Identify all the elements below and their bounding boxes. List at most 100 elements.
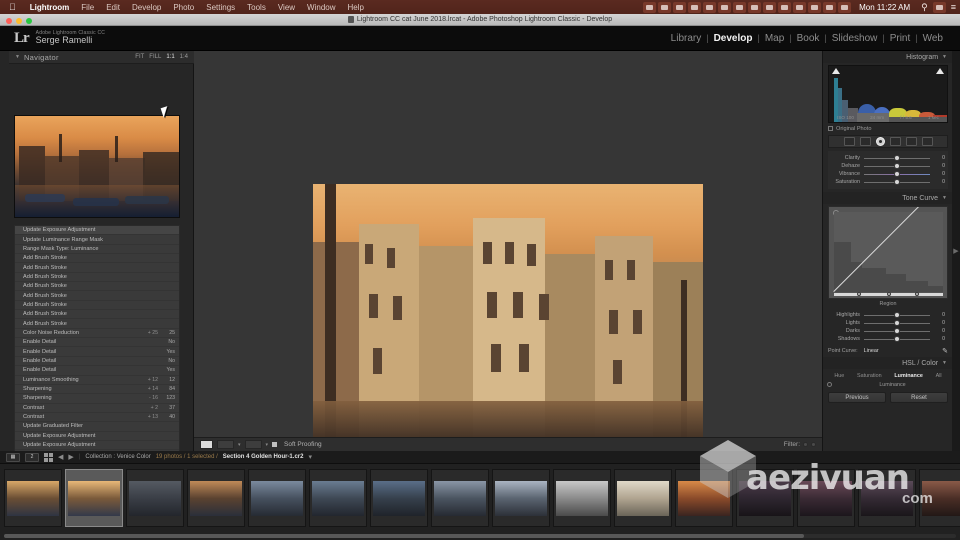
list-item[interactable] (370, 469, 428, 527)
tab-all[interactable]: All (936, 373, 942, 379)
slider-saturation[interactable]: Saturation 0 (828, 178, 948, 186)
list-item[interactable] (797, 469, 855, 527)
secondary-display-icon[interactable]: 2 (25, 453, 39, 462)
slider-darks[interactable]: Darks 0 (828, 327, 948, 335)
menu-view[interactable]: View (272, 3, 301, 12)
apple-icon[interactable]:  (0, 2, 24, 12)
slider-track[interactable] (864, 339, 930, 340)
history-row[interactable]: Enable DetailNo (15, 357, 179, 366)
history-row[interactable]: Luminance Smoothing+ 1212 (15, 376, 179, 385)
tab-hue[interactable]: Hue (834, 373, 844, 379)
filmstrip-source[interactable]: Collection : Venice Color (85, 454, 150, 460)
gear-icon[interactable] (688, 2, 701, 13)
sync-icon[interactable] (703, 2, 716, 13)
graduated-filter-tool[interactable] (890, 137, 901, 146)
zoom-1-1[interactable]: 1:1 (166, 54, 174, 60)
menu-photo[interactable]: Photo (167, 3, 200, 12)
pencil-icon[interactable]: ✎ (942, 347, 948, 355)
chevron-down-icon[interactable]: ▾ (238, 442, 241, 448)
zoom-1-4[interactable]: 1:4 (180, 54, 188, 60)
scrollbar-thumb[interactable] (4, 534, 804, 538)
radial-filter-tool[interactable] (906, 137, 917, 146)
point-curve-row[interactable]: Point Curve: Linear ✎ (828, 346, 948, 355)
menu-settings[interactable]: Settings (200, 3, 241, 12)
crop-overlay-tool[interactable] (844, 137, 855, 146)
history-row[interactable]: Add Brush Stroke (15, 254, 179, 263)
menu-lightroom[interactable]: Lightroom (24, 3, 76, 12)
histogram[interactable]: ISO 100 24 mm f / 5.6 1 sec (828, 65, 948, 123)
spot-removal-tool[interactable] (860, 137, 871, 146)
tone-curve-point[interactable] (887, 292, 891, 296)
slider-track[interactable] (864, 166, 930, 167)
history-row[interactable]: Add Brush Stroke (15, 301, 179, 310)
history-row[interactable]: Add Brush Stroke (15, 273, 179, 282)
module-library[interactable]: Library (666, 33, 707, 44)
bluetooth-icon[interactable] (823, 2, 836, 13)
wifi-icon[interactable] (808, 2, 821, 13)
zoom-fit[interactable]: FIT (135, 54, 144, 60)
slider-dehaze[interactable]: Dehaze 0 (828, 162, 948, 170)
zoom-button[interactable] (26, 18, 32, 24)
tone-curve-header[interactable]: Tone Curve ▼ (823, 192, 953, 204)
soft-proofing-checkbox[interactable] (272, 442, 277, 447)
list-item[interactable] (919, 469, 960, 527)
minimize-button[interactable] (16, 18, 22, 24)
list-item[interactable] (431, 469, 489, 527)
adjustment-brush-tool[interactable] (922, 137, 933, 146)
before-after-icon[interactable] (217, 440, 234, 449)
navigator-header[interactable]: ▼ Navigator FIT FILL 1:1 1:4 (9, 51, 194, 64)
split-view-icon[interactable] (245, 440, 262, 449)
reset-button[interactable]: Reset (890, 392, 948, 403)
battery-level-icon[interactable] (838, 2, 851, 13)
slider-track[interactable] (864, 182, 930, 183)
module-book[interactable]: Book (792, 33, 825, 44)
cloud-icon[interactable] (673, 2, 686, 13)
menu-edit[interactable]: Edit (100, 3, 126, 12)
notification-center-icon[interactable]: ≡ (947, 2, 960, 12)
loupe-view-icon[interactable] (200, 440, 213, 449)
history-row[interactable]: Contrast+ 1340 (15, 413, 179, 422)
highlight-clipping-icon[interactable] (936, 68, 944, 74)
search-icon[interactable]: ⚲ (917, 2, 932, 13)
slider-track[interactable] (864, 331, 930, 332)
history-row[interactable]: Sharpening- 16123 (15, 394, 179, 403)
chevron-down-icon[interactable]: ▾ (266, 442, 269, 448)
list-item[interactable] (736, 469, 794, 527)
time-machine-icon[interactable] (793, 2, 806, 13)
slider-highlights[interactable]: Highlights 0 (828, 311, 948, 319)
arrow-right-icon[interactable]: ▶ (68, 453, 73, 461)
list-item[interactable] (858, 469, 916, 527)
identity-plate[interactable]: Lr Adobe Lightroom Classic CC Serge Rame… (0, 30, 105, 47)
triangle-down-icon[interactable]: ▼ (942, 54, 947, 60)
menu-develop[interactable]: Develop (126, 3, 167, 12)
siri-icon[interactable] (933, 2, 946, 13)
history-row[interactable]: Enable DetailNo (15, 338, 179, 347)
slider-track[interactable] (864, 158, 930, 159)
menu-tools[interactable]: Tools (241, 3, 272, 12)
slider-shadows[interactable]: Shadows 0 (828, 335, 948, 343)
previous-button[interactable]: Previous (828, 392, 886, 403)
history-row[interactable]: Update Exposure Adjustment (15, 226, 179, 235)
messages-icon[interactable] (733, 2, 746, 13)
right-panel-collapse[interactable]: ▶ (952, 51, 960, 451)
tone-curve-graph[interactable] (828, 206, 948, 299)
chevron-down-icon[interactable]: ▾ (308, 453, 312, 461)
history-row[interactable]: Add Brush Stroke (15, 319, 179, 328)
history-row[interactable]: Enable DetailYes (15, 347, 179, 356)
navigator-preview[interactable] (14, 115, 180, 218)
shadow-clipping-icon[interactable] (832, 68, 840, 74)
list-item[interactable] (126, 469, 184, 527)
list-item[interactable] (309, 469, 367, 527)
module-develop[interactable]: Develop (709, 33, 758, 44)
list-item[interactable] (187, 469, 245, 527)
triangle-down-icon[interactable]: ▼ (942, 360, 947, 366)
tone-curve-point[interactable] (915, 292, 919, 296)
menu-file[interactable]: File (75, 3, 100, 12)
slider-vibrance[interactable]: Vibrance 0 (828, 170, 948, 178)
filmstrip-grid-icon[interactable] (44, 453, 53, 462)
list-item[interactable] (248, 469, 306, 527)
image-view-area[interactable]: ▾ ▾ Soft Proofing Filter: (194, 51, 822, 451)
history-panel[interactable]: Update Exposure AdjustmentUpdate Luminan… (14, 225, 180, 477)
history-row[interactable]: Range Mask Type: Luminance (15, 245, 179, 254)
history-row[interactable]: Update Graduated Filter (15, 422, 179, 431)
